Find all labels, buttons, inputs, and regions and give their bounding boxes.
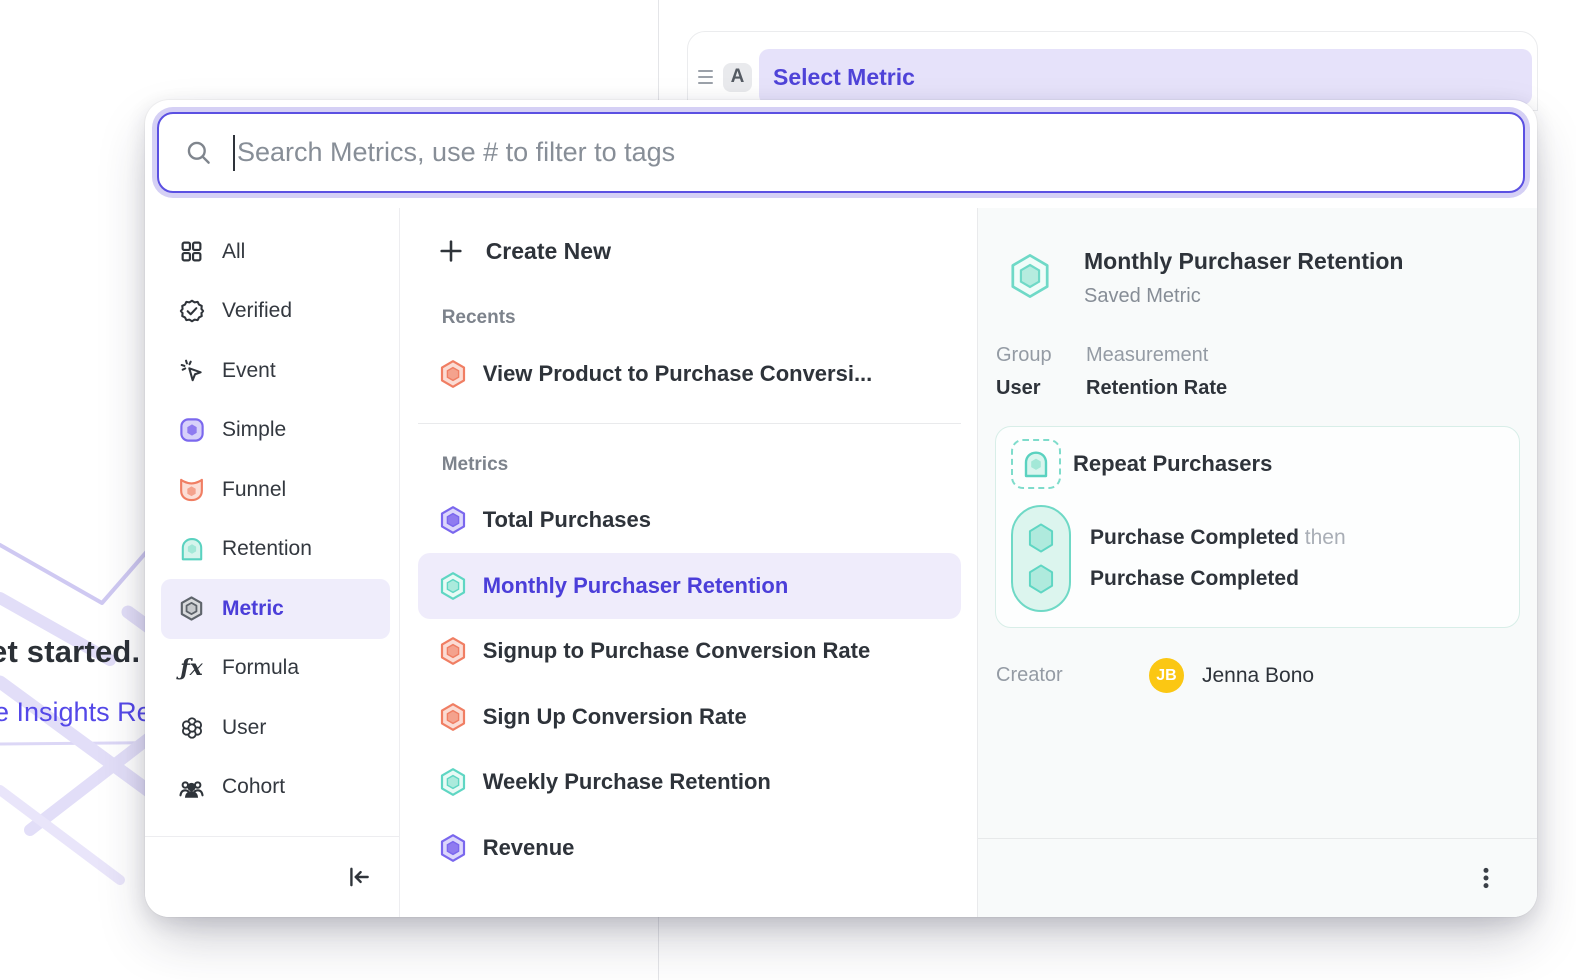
metric-hexagon-icon [178, 595, 205, 622]
retention-metric-icon [437, 570, 469, 602]
sidebar-item-user[interactable]: User [161, 698, 390, 758]
row-letter-badge: A [723, 63, 752, 92]
sidebar-item-retention[interactable]: Retention [161, 520, 390, 580]
select-metric-button[interactable]: Select Metric [759, 49, 1532, 105]
metric-list-panel: Create New Recents View Product to Purch… [400, 208, 977, 917]
list-item-label: Sign Up Conversion Rate [483, 704, 747, 730]
grid-icon [178, 238, 205, 265]
retention-step-icon-box [1011, 439, 1061, 489]
group-value: User [996, 377, 1086, 400]
select-metric-label: Select Metric [773, 64, 915, 91]
formula-icon: ƒx [178, 655, 205, 682]
sidebar-footer [145, 836, 399, 917]
sidebar-item-label: Simple [222, 418, 286, 442]
list-item-label: View Product to Purchase Conversi... [483, 361, 873, 387]
hexagon-step-icon [1026, 522, 1056, 554]
list-item-recent-funnel[interactable]: View Product to Purchase Conversi... [418, 341, 961, 407]
more-options-icon[interactable] [1473, 865, 1499, 891]
sidebar-item-label: All [222, 240, 245, 264]
get-started-heading-fragment: et started. [0, 634, 140, 670]
measurement-value: Retention Rate [1086, 377, 1227, 400]
definition-name: Repeat Purchasers [1073, 451, 1272, 477]
detail-subtitle: Saved Metric [1084, 285, 1403, 308]
sidebar-item-cohort[interactable]: Cohort [161, 758, 390, 818]
detail-title: Monthly Purchaser Retention [1084, 248, 1403, 275]
metric-detail-panel: Monthly Purchaser Retention Saved Metric… [977, 208, 1537, 917]
search-bar[interactable] [157, 112, 1525, 193]
list-item-monthly-purchaser-retention[interactable]: Monthly Purchaser Retention [418, 553, 961, 619]
then-connector: then [1305, 526, 1346, 549]
hexagon-step-icon [1026, 563, 1056, 595]
funnel-metric-icon [178, 476, 205, 503]
collapse-panel-icon[interactable] [346, 864, 372, 890]
definition-step-2: Purchase Completed [1090, 567, 1346, 591]
group-label: Group [996, 344, 1086, 367]
retention-metric-icon [178, 536, 205, 563]
sidebar-item-label: User [222, 716, 266, 740]
list-item-label: Signup to Purchase Conversion Rate [483, 638, 871, 664]
sidebar-item-metric[interactable]: Metric [161, 579, 390, 639]
creator-avatar: JB [1149, 658, 1184, 693]
list-item-label: Monthly Purchaser Retention [483, 573, 789, 599]
retention-metric-icon [1020, 448, 1052, 480]
search-icon [185, 139, 212, 166]
retention-steps-capsule [1011, 505, 1071, 612]
list-item-total-purchases[interactable]: Total Purchases [418, 488, 961, 554]
sidebar-item-verified[interactable]: Verified [161, 282, 390, 342]
sidebar-item-event[interactable]: Event [161, 341, 390, 401]
definition-step-1: Purchase Completed then [1090, 526, 1346, 550]
creator-row: Creator JB Jenna Bono [996, 658, 1520, 693]
sidebar-item-label: Event [222, 359, 276, 383]
simple-metric-icon [178, 417, 205, 444]
sidebar-item-formula[interactable]: ƒx Formula [161, 639, 390, 699]
funnel-metric-icon [437, 701, 469, 733]
simple-metric-icon [437, 832, 469, 864]
simple-metric-icon [437, 504, 469, 536]
funnel-metric-icon [437, 358, 469, 390]
sidebar-item-label: Verified [222, 299, 292, 323]
metric-definition-card: Repeat Purchasers Purchase Completed [995, 426, 1520, 628]
plus-icon [437, 237, 465, 265]
section-label-metrics: Metrics [442, 454, 977, 476]
list-item-weekly-purchase-retention[interactable]: Weekly Purchase Retention [418, 750, 961, 816]
sidebar-item-label: Formula [222, 656, 299, 680]
section-divider [418, 423, 961, 424]
create-new-button[interactable]: Create New [418, 225, 961, 277]
list-item-signup-to-purchase-conversion-rate[interactable]: Signup to Purchase Conversion Rate [418, 619, 961, 685]
creator-name: Jenna Bono [1202, 664, 1314, 688]
drag-handle-icon[interactable] [694, 70, 720, 84]
text-caret [233, 135, 235, 171]
list-item-label: Revenue [483, 835, 575, 861]
cursor-click-icon [178, 357, 205, 384]
filter-sidebar: All Verified [145, 208, 400, 917]
insights-report-link-fragment[interactable]: e Insights Re [0, 697, 152, 728]
sidebar-item-label: Funnel [222, 478, 286, 502]
query-builder-card: A Select Metric [687, 31, 1538, 111]
sidebar-item-funnel[interactable]: Funnel [161, 460, 390, 520]
retention-metric-icon [437, 766, 469, 798]
sidebar-item-all[interactable]: All [161, 222, 390, 282]
metric-picker-modal: All Verified [145, 100, 1537, 917]
funnel-metric-icon [437, 635, 469, 667]
creator-label: Creator [996, 664, 1149, 687]
list-item-sign-up-conversion-rate[interactable]: Sign Up Conversion Rate [418, 684, 961, 750]
detail-footer [978, 838, 1537, 917]
list-item-label: Total Purchases [483, 507, 651, 533]
retention-metric-icon [1008, 252, 1052, 300]
sidebar-item-label: Cohort [222, 775, 285, 799]
sidebar-item-simple[interactable]: Simple [161, 401, 390, 461]
section-label-recents: Recents [442, 307, 977, 329]
user-cluster-icon [178, 714, 205, 741]
verified-badge-icon [178, 298, 205, 325]
cohort-icon [178, 774, 205, 801]
list-item-revenue[interactable]: Revenue [418, 815, 961, 881]
sidebar-item-label: Retention [222, 537, 312, 561]
measurement-label: Measurement [1086, 344, 1227, 367]
sidebar-item-label: Metric [222, 597, 284, 621]
create-new-label: Create New [486, 238, 611, 265]
search-input[interactable] [237, 137, 1523, 168]
list-item-label: Weekly Purchase Retention [483, 769, 771, 795]
